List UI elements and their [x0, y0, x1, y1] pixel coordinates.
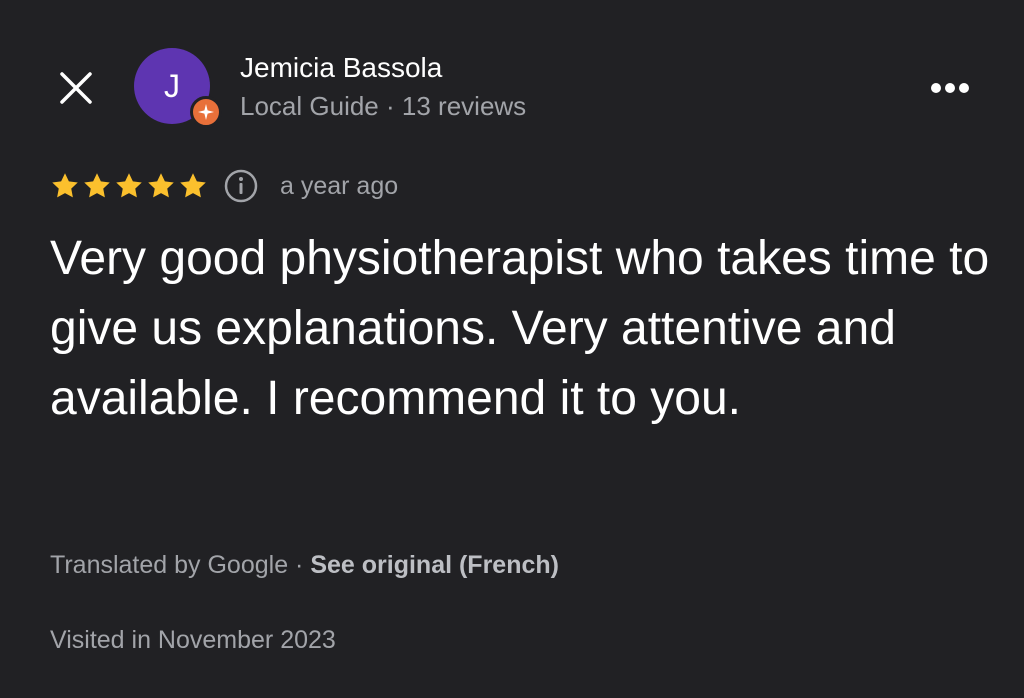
star-icon — [116, 173, 142, 198]
meta-separator: · — [386, 91, 395, 121]
star-icon — [84, 173, 110, 198]
translation-separator: · — [288, 551, 311, 579]
see-original-link[interactable]: See original (French) — [310, 551, 559, 579]
star-icon — [52, 173, 78, 198]
author-role: Local Guide — [240, 91, 379, 121]
translated-by-label: Translated by Google — [50, 551, 289, 579]
close-icon — [60, 72, 92, 104]
author-name[interactable]: Jemicia Bassola — [240, 52, 442, 84]
review-date: a year ago — [280, 171, 399, 200]
author-meta: Local Guide · 13 reviews — [240, 91, 526, 122]
star-rating — [50, 171, 208, 201]
more-horizontal-icon — [931, 83, 969, 93]
translation-row: Translated by Google · See original (Fre… — [50, 551, 559, 580]
avatar-letter: J — [164, 67, 180, 104]
local-guide-star-icon — [198, 104, 214, 120]
info-icon — [224, 169, 258, 203]
star-icon — [180, 173, 206, 198]
info-button[interactable] — [224, 169, 258, 203]
rating-row: a year ago — [50, 166, 398, 206]
author-review-count: 13 reviews — [401, 91, 527, 121]
local-guide-badge — [190, 96, 222, 128]
visited-date: Visited in November 2023 — [50, 626, 336, 654]
close-button[interactable] — [56, 68, 96, 108]
star-icon — [148, 173, 174, 198]
more-options-button[interactable] — [924, 72, 976, 104]
review-text: Very good physiotherapist who takes time… — [50, 232, 990, 425]
